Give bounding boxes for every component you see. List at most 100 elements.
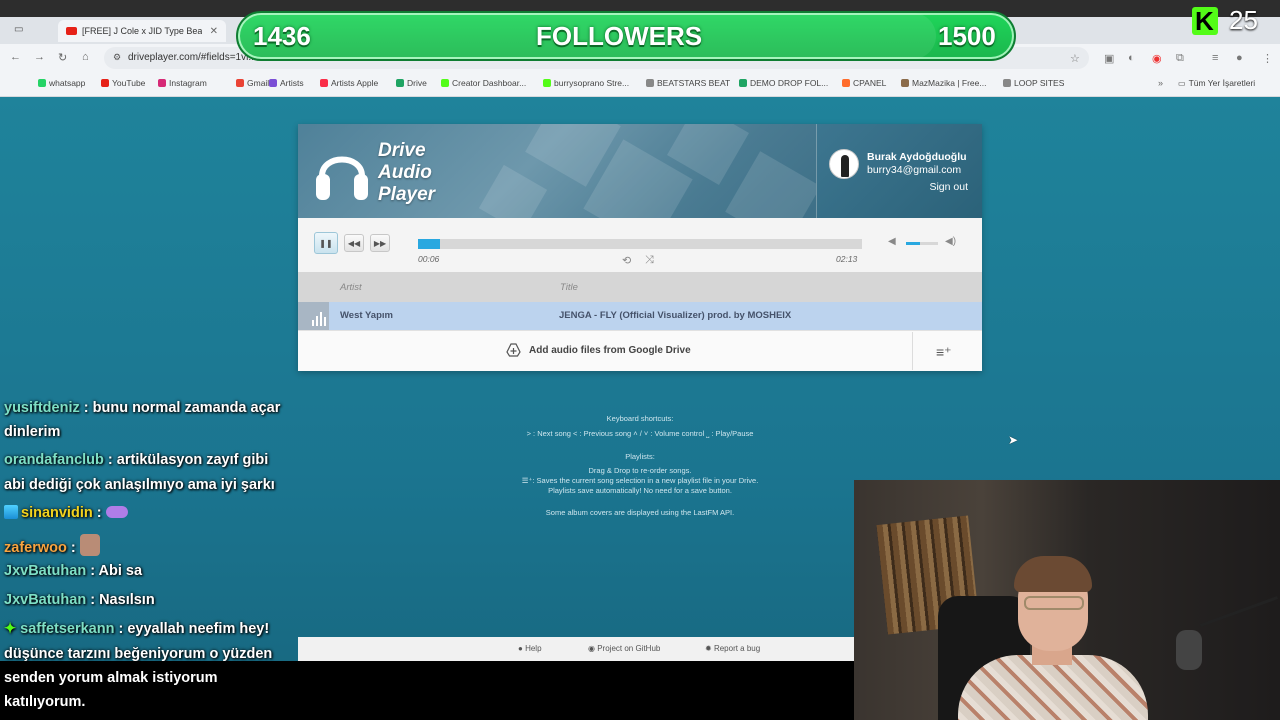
chat-message: düşünce tarzını beğeniyorum o yüzden <box>4 646 272 662</box>
chat-message: orandafanclub : artikülasyon zayıf gibi <box>4 452 268 468</box>
bookmark-favicon-icon <box>320 79 328 87</box>
chat-text: katılıyorum. <box>4 694 86 710</box>
report-bug-link[interactable]: ✹ Report a bug <box>705 644 760 653</box>
google-drive-add-icon[interactable] <box>506 343 521 357</box>
column-title[interactable]: Title <box>560 282 578 293</box>
bookmark-item[interactable]: Creator Dashboar... <box>441 78 526 88</box>
home-icon[interactable]: ⌂ <box>82 51 89 63</box>
page-footer <box>298 637 858 661</box>
chat-text: : Abi sa <box>86 563 143 579</box>
more-bookmarks-icon[interactable]: » <box>1158 78 1163 88</box>
chat-username[interactable]: yusiftdeniz <box>4 400 80 416</box>
reload-icon[interactable]: ↻ <box>58 51 67 64</box>
webcam-feed <box>854 480 1280 720</box>
bookmark-item[interactable]: CPANEL <box>842 78 886 88</box>
site-settings-icon[interactable]: ⚙ <box>113 52 121 63</box>
chat-text: : <box>66 540 80 556</box>
bookmark-item[interactable]: MazMazika | Free... <box>901 78 986 88</box>
chat-username[interactable]: JxvBatuhan <box>4 592 86 608</box>
bookmark-item[interactable]: Gmail <box>236 78 269 88</box>
chat-username[interactable]: saffetserkann <box>20 621 114 637</box>
chat-text: abi dediği çok anlaşılmıyo ama iyi şarkı <box>4 477 275 493</box>
bookmark-item[interactable]: BEATSTARS BEAT <box>646 78 730 88</box>
chat-username[interactable]: sinanvidin <box>21 505 93 521</box>
bookmark-favicon-icon <box>1003 79 1011 87</box>
github-link[interactable]: ◉ Project on GitHub <box>588 644 660 653</box>
bookmark-favicon-icon <box>158 79 166 87</box>
chat-message: ✦ saffetserkann : eyyallah neefim hey! <box>4 621 269 637</box>
chat-message: dinlerim <box>4 424 60 440</box>
puzzle-icon[interactable]: ⧉ <box>1176 52 1184 65</box>
help-link[interactable]: ● Help <box>518 644 542 653</box>
bookmark-item[interactable]: LOOP SITES <box>1003 78 1064 88</box>
chat-text: : Nasılsın <box>86 592 155 608</box>
bookmark-favicon-icon <box>396 79 404 87</box>
bookmark-item[interactable]: YouTube <box>101 78 145 88</box>
bookmark-item[interactable]: DEMO DROP FOL... <box>739 78 828 88</box>
all-bookmarks[interactable]: ▭ Tüm Yer İşaretleri <box>1178 78 1255 88</box>
reading-list-icon[interactable]: ≡ <box>1212 52 1218 64</box>
bookmark-favicon-icon <box>269 79 277 87</box>
followers-goal: 1500 <box>938 21 996 51</box>
record-icon[interactable]: ◉ <box>1152 52 1162 65</box>
save-playlist-icon[interactable]: ≡⁺ <box>936 344 952 361</box>
equalizer-icon <box>298 302 329 330</box>
mouse-cursor-icon: ➤ <box>1008 433 1019 447</box>
bookmark-favicon-icon <box>646 79 654 87</box>
bookmark-item[interactable]: Artists Apple <box>320 78 378 88</box>
bookmark-item[interactable]: burrysoprano Stre... <box>543 78 629 88</box>
chat-message: sinanvidin : <box>4 505 128 521</box>
microphone-icon <box>1176 630 1202 670</box>
chat-username[interactable]: JxvBatuhan <box>4 563 86 579</box>
chat-overlay: yusiftdeniz : bunu normal zamanda açar di… <box>0 400 300 720</box>
tab-overview-icon[interactable]: ▭ <box>14 24 23 35</box>
back-icon[interactable]: ← <box>10 51 21 63</box>
playlists-line-1: Drag & Drop to re-order songs. <box>588 466 692 475</box>
help-icon: ● <box>518 644 523 653</box>
og-badge-icon <box>4 505 18 519</box>
shortcuts-title: Keyboard shortcuts: <box>606 414 674 423</box>
chat-username[interactable]: orandafanclub <box>4 452 104 468</box>
playlist-header <box>298 272 982 302</box>
chat-username[interactable]: zaferwoo <box>4 540 67 556</box>
chat-message: JxvBatuhan : Abi sa <box>4 563 142 579</box>
bookmark-item[interactable]: Artists <box>269 78 304 88</box>
youtube-icon <box>66 27 77 35</box>
chat-text: : <box>92 505 106 521</box>
menu-icon[interactable]: ⋮ <box>1262 52 1273 65</box>
bookmark-item[interactable]: Instagram <box>158 78 207 88</box>
close-icon[interactable]: ✕ <box>210 26 218 37</box>
chat-message: abi dediği çok anlaşılmıyo ama iyi şarkı <box>4 477 275 493</box>
column-artist[interactable]: Artist <box>340 282 362 293</box>
chat-message: zaferwoo : <box>4 534 100 556</box>
bookmark-favicon-icon <box>901 79 909 87</box>
bug-icon: ✹ <box>705 644 712 653</box>
bookmark-favicon-icon <box>441 79 449 87</box>
add-files-button[interactable]: Add audio files from Google Drive <box>529 345 691 356</box>
extension-icon[interactable]: ▣ <box>1104 52 1114 65</box>
bookmark-favicon-icon <box>101 79 109 87</box>
bookmark-favicon-icon <box>739 79 747 87</box>
forward-icon[interactable]: → <box>34 51 45 63</box>
playlists-title: Playlists: <box>625 452 655 461</box>
chat-message: katılıyorum. <box>4 694 85 710</box>
chat-text: : eyyallah neefim hey! <box>114 621 270 637</box>
row-title: JENGA - FLY (Official Visualizer) prod. … <box>559 310 792 321</box>
profile-icon[interactable]: ● <box>1236 52 1243 64</box>
chat-message: JxvBatuhan : Nasılsın <box>4 592 155 608</box>
bookmark-favicon-icon <box>543 79 551 87</box>
chat-text: : artikülasyon zayıf gibi <box>103 452 269 468</box>
kick-viewer-count: 25 <box>1229 5 1258 35</box>
divider <box>912 332 913 370</box>
bookmark-star-icon[interactable]: ☆ <box>1070 52 1080 65</box>
subscriber-badge-icon: ✦ <box>4 621 17 637</box>
chat-message: yusiftdeniz : bunu normal zamanda açar <box>4 400 280 416</box>
emote-icon <box>79 534 100 556</box>
kick-logo-icon: K <box>1192 7 1218 35</box>
bookmark-item[interactable]: Drive <box>396 78 427 88</box>
row-artist: West Yapım <box>340 310 393 321</box>
browser-tab-youtube[interactable]: [FREE] J Cole x JID Type Bea ✕ <box>58 20 226 42</box>
extension-icon[interactable]: ◐ <box>1128 52 1135 64</box>
bookmark-favicon-icon <box>236 79 244 87</box>
bookmark-item[interactable]: whatsapp <box>38 78 85 88</box>
